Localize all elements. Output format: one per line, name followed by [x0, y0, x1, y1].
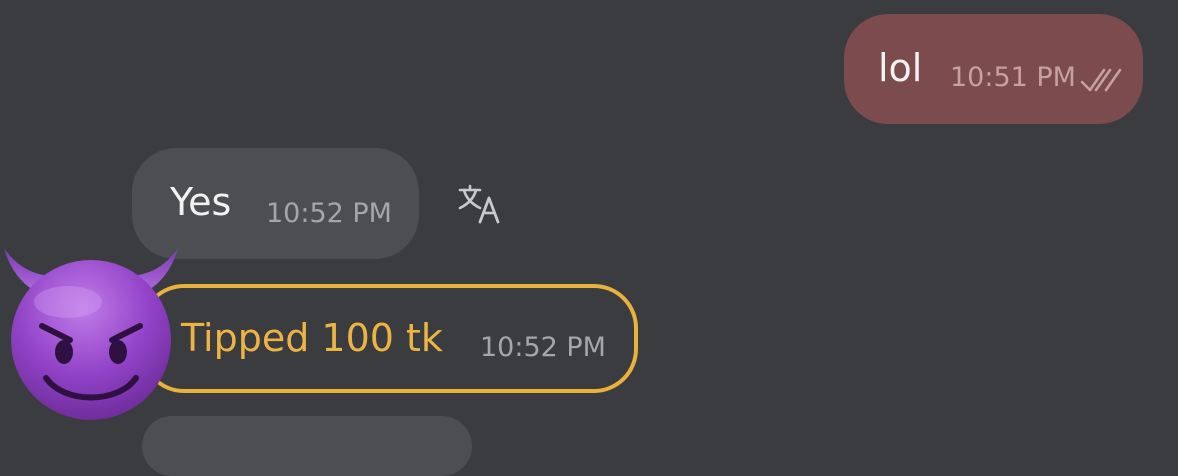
tip-text: Tipped 100 tk [181, 316, 443, 360]
message-time: 10:51 PM [950, 62, 1076, 93]
double-check-icon [1080, 68, 1122, 92]
smiling-devil-emoji-icon [4, 248, 178, 420]
tip-message-bubble[interactable]: Tipped 100 tk 10:52 PM [140, 284, 638, 393]
message-text: Yes [170, 180, 232, 224]
message-text: lol [878, 46, 923, 90]
chat-screen: { "messages": [ { "type": "outgoing", "t… [0, 0, 1178, 476]
outgoing-message-bubble[interactable]: lol 10:51 PM [844, 14, 1143, 124]
message-time: 10:52 PM [480, 332, 606, 363]
incoming-message-bubble[interactable] [142, 416, 472, 476]
translate-icon[interactable] [456, 182, 504, 226]
message-time: 10:52 PM [266, 198, 392, 229]
